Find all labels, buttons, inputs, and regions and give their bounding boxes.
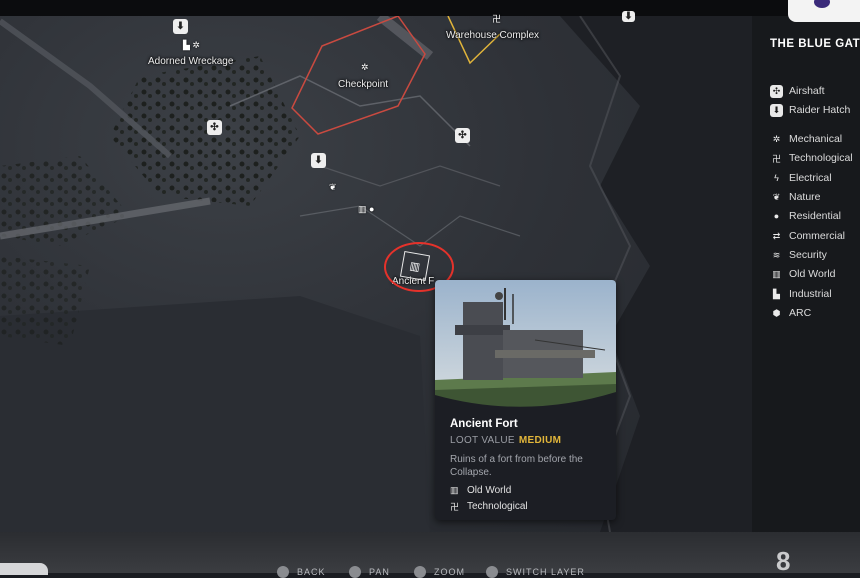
map-label-warehouse-complex[interactable]: Warehouse Complex xyxy=(446,30,539,41)
shield-icon: ≋ xyxy=(772,249,781,260)
legend-item-arc[interactable]: ⬢ ARC xyxy=(770,305,812,321)
legend-item-residential[interactable]: ● Residential xyxy=(770,208,841,224)
legend-label: Old World xyxy=(789,268,836,280)
legend-label: Residential xyxy=(789,210,841,222)
controller-button-icon xyxy=(349,566,361,578)
old-world-icon: ▥ ● xyxy=(358,204,375,214)
top-bar xyxy=(0,0,860,16)
book-icon: ▥ xyxy=(772,268,781,279)
gear-icon: ✲ xyxy=(772,133,781,144)
legend-label: ARC xyxy=(789,307,812,319)
legend-item-commercial[interactable]: ⇄ Commercial xyxy=(770,228,845,244)
legend-label: Mechanical xyxy=(789,133,843,145)
chip-icon: 卍 xyxy=(450,501,460,512)
hint-back[interactable]: BACK xyxy=(277,566,326,578)
legend-item-security[interactable]: ≋ Security xyxy=(770,247,827,263)
person-icon: ● xyxy=(773,211,780,221)
airshaft-pin[interactable]: ✣ xyxy=(455,128,470,143)
industrial-icon: ▙ ✲ xyxy=(183,40,200,50)
raider-hatch-pin[interactable]: ⬇ xyxy=(173,19,188,34)
legend-item-mechanical[interactable]: ✲ Mechanical xyxy=(770,131,842,147)
legend-label: Nature xyxy=(789,191,821,203)
mechanical-icon: ✲ xyxy=(361,62,369,72)
hint-pan[interactable]: PAN xyxy=(349,566,390,578)
arc-icon: ⬢ xyxy=(772,307,781,318)
airshaft-pin[interactable]: ✣ xyxy=(207,120,222,135)
legend-item-old-world[interactable]: ▥ Old World xyxy=(770,266,836,282)
exchange-icon: ⇄ xyxy=(772,230,781,241)
legend-label: Industrial xyxy=(789,288,832,300)
loot-value-label: LOOT VALUE xyxy=(450,435,515,446)
chip-icon: 卍 xyxy=(771,153,781,164)
legend-label: Technological xyxy=(789,152,853,164)
location-description: Ruins of a fort from before the Collapse… xyxy=(450,454,583,478)
hint-zoom[interactable]: ZOOM xyxy=(414,566,465,578)
top-right-badge xyxy=(788,0,860,22)
book-icon: ▥ xyxy=(450,484,459,495)
legend-item-industrial[interactable]: ▙ Industrial xyxy=(770,286,832,302)
legend-item-nature[interactable]: ❦ Nature xyxy=(770,189,821,205)
nature-icon: ❦ xyxy=(329,182,337,192)
legend-item-raider-hatch[interactable]: ⬇ Raider Hatch xyxy=(770,102,850,118)
legend-item-technological[interactable]: 卍 Technological xyxy=(770,150,853,166)
map-label-checkpoint[interactable]: Checkpoint xyxy=(338,79,388,90)
location-title: Ancient Fort xyxy=(450,418,518,430)
legend-label: Airshaft xyxy=(789,85,825,97)
leaf-icon: ❦ xyxy=(772,191,781,202)
tag-label: Old World xyxy=(467,484,512,496)
bottom-left-badge xyxy=(0,563,48,575)
lightning-icon: ϟ xyxy=(774,173,779,183)
legend-label: Electrical xyxy=(789,172,832,184)
app-logo-icon: 8 xyxy=(776,546,791,576)
tag-label: Technological xyxy=(467,500,528,512)
legend-label: Raider Hatch xyxy=(789,104,851,116)
tag-technological: 卍 Technological xyxy=(450,499,528,513)
map-view[interactable] xyxy=(0,16,752,532)
factory-icon: ▙ xyxy=(773,288,780,299)
legend-item-electrical[interactable]: ϟ Electrical xyxy=(770,170,832,186)
loot-value: MEDIUM xyxy=(518,435,562,446)
legend-label: Security xyxy=(789,249,827,261)
controller-button-icon xyxy=(486,566,498,578)
hint-switch-layer[interactable]: SWITCH LAYER xyxy=(486,566,585,578)
avatar-icon xyxy=(814,0,830,8)
controller-button-icon xyxy=(277,566,289,578)
raider-hatch-pin[interactable]: ⬇ xyxy=(622,11,635,22)
map-terrain xyxy=(0,16,752,532)
raider-hatch-icon: ⬇ xyxy=(770,103,783,117)
location-photo xyxy=(435,280,616,407)
legend-label: Commercial xyxy=(789,230,846,242)
legend-item-airshaft[interactable]: ✣ Airshaft xyxy=(770,83,825,99)
location-info-card: Ancient Fort LOOT VALUE MEDIUM Ruins of a… xyxy=(435,280,616,520)
airshaft-icon: ✣ xyxy=(770,84,783,98)
loot-value-row: LOOT VALUE MEDIUM xyxy=(450,435,561,446)
raider-hatch-pin[interactable]: ⬇ xyxy=(311,153,326,168)
region-title: THE BLUE GATE xyxy=(770,38,860,50)
map-label-adorned-wreckage[interactable]: Adorned Wreckage xyxy=(148,56,233,67)
controller-button-icon xyxy=(414,566,426,578)
tag-old-world: ▥ Old World xyxy=(450,483,511,497)
chip-icon: 卍 xyxy=(492,14,502,24)
